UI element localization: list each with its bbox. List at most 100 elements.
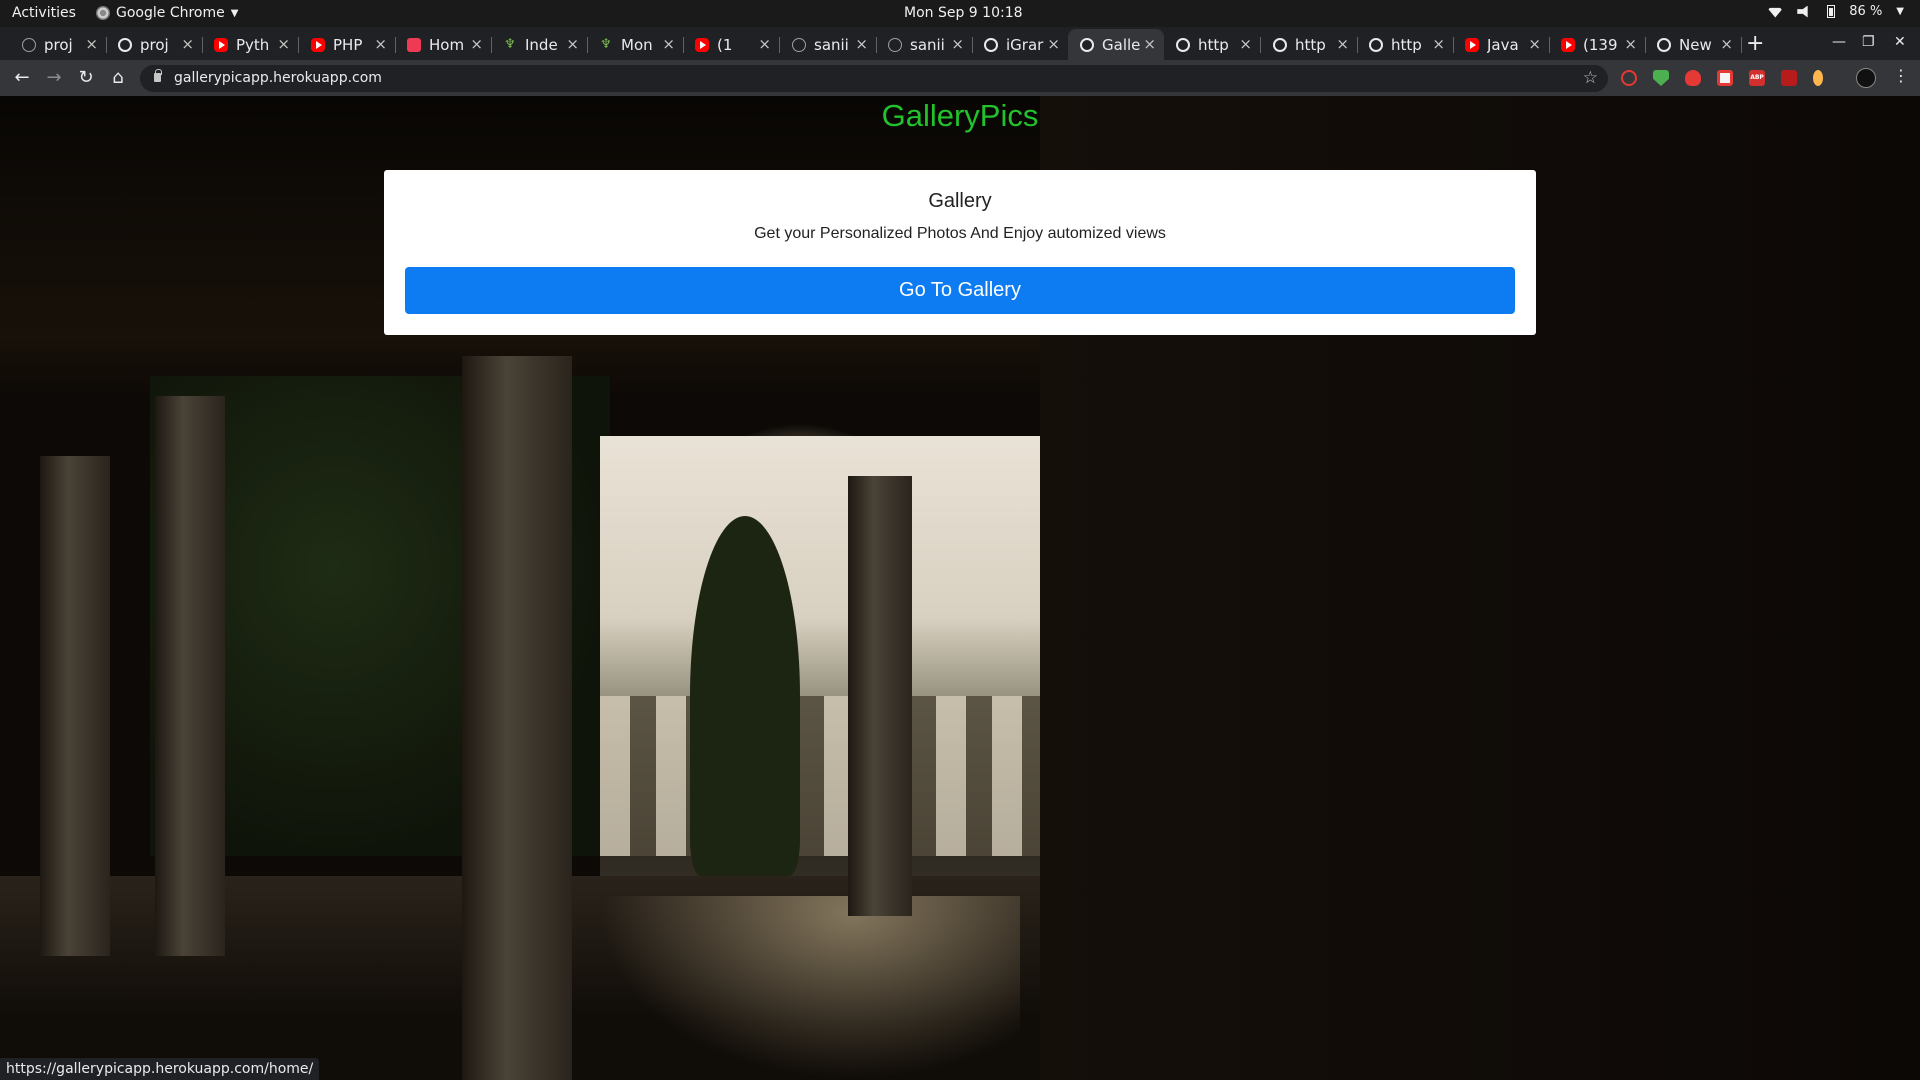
forward-arrow-icon[interactable]: → xyxy=(42,66,66,90)
new-tab-button[interactable]: + xyxy=(1746,27,1764,60)
browser-tab[interactable]: Galle × xyxy=(1068,29,1164,60)
browser-tab[interactable]: (1 × xyxy=(683,29,780,60)
close-tab-icon[interactable]: × xyxy=(855,35,868,53)
globe-icon xyxy=(984,37,998,52)
browser-tab[interactable]: http × xyxy=(1261,29,1358,60)
close-tab-icon[interactable]: × xyxy=(1336,35,1349,53)
go-to-gallery-button[interactable]: Go To Gallery xyxy=(405,267,1515,314)
lock-icon[interactable] xyxy=(154,69,162,82)
browser-tab[interactable]: sanii × xyxy=(780,29,877,60)
address-bar[interactable]: gallerypicapp.herokuapp.com ☆ xyxy=(140,65,1608,92)
browser-tab[interactable]: http × xyxy=(1357,29,1454,60)
address-url[interactable]: gallerypicapp.herokuapp.com xyxy=(174,70,382,86)
extension-red-icon[interactable] xyxy=(1685,70,1701,86)
browser-tab[interactable]: proj × xyxy=(10,29,107,60)
close-tab-icon[interactable]: × xyxy=(566,35,579,53)
restore-icon[interactable]: ❐ xyxy=(1862,34,1875,50)
globe-icon xyxy=(1080,37,1094,52)
back-arrow-icon[interactable]: ← xyxy=(10,66,34,90)
github-icon xyxy=(888,37,902,52)
bg-arcade xyxy=(600,696,1040,856)
youtube-icon xyxy=(1465,37,1479,52)
close-tab-icon[interactable]: × xyxy=(1528,35,1541,53)
tab-label: Pyth xyxy=(236,35,270,54)
browser-toolbar: ← → ↻ ⌂ gallerypicapp.herokuapp.com ☆ AB… xyxy=(0,60,1920,96)
globe-icon xyxy=(1176,37,1190,52)
tab-separator xyxy=(1741,37,1742,53)
tab-label: Mon xyxy=(621,35,653,54)
browser-tab[interactable]: PHP × xyxy=(299,29,396,60)
bg-column xyxy=(155,396,225,956)
app-menu[interactable]: Google Chrome ▼ xyxy=(96,5,238,21)
tab-label: iGrar xyxy=(1006,35,1044,54)
browser-tab[interactable]: http × xyxy=(1164,29,1261,60)
activities-button[interactable]: Activities xyxy=(12,5,76,21)
volume-icon xyxy=(1797,5,1808,18)
extension-blocker-icon[interactable] xyxy=(1621,70,1637,86)
bg-floor-glow xyxy=(600,896,1020,1080)
tab-label: Inde xyxy=(525,35,558,54)
browser-tab[interactable]: Java × xyxy=(1453,29,1550,60)
close-tab-icon[interactable]: × xyxy=(277,35,290,53)
wifi-icon xyxy=(1767,7,1784,18)
close-tab-icon[interactable]: × xyxy=(1624,35,1637,53)
browser-tab[interactable]: ♆ Mon × xyxy=(587,29,684,60)
close-tab-icon[interactable]: × xyxy=(1432,35,1445,53)
tab-label: Galle xyxy=(1102,35,1141,54)
extension-clipper-icon[interactable] xyxy=(1717,70,1733,86)
close-tab-icon[interactable]: × xyxy=(1720,35,1733,53)
browser-tab[interactable]: iGrar × xyxy=(972,29,1069,60)
tab-label: http xyxy=(1391,35,1422,54)
system-top-bar: Activities Google Chrome ▼ Mon Sep 9 10:… xyxy=(0,0,1920,27)
close-window-icon[interactable]: ✕ xyxy=(1894,34,1906,50)
chrome-icon xyxy=(96,6,110,20)
youtube-icon xyxy=(695,37,709,52)
close-tab-icon[interactable]: × xyxy=(1047,35,1060,53)
pdf-icon[interactable] xyxy=(1781,70,1797,86)
bookmark-star-icon[interactable]: ☆ xyxy=(1583,68,1598,88)
close-tab-icon[interactable]: × xyxy=(758,35,771,53)
browser-tab[interactable]: Pyth × xyxy=(202,29,299,60)
clock[interactable]: Mon Sep 9 10:18 xyxy=(904,5,1023,21)
reload-icon[interactable]: ↻ xyxy=(74,66,98,90)
browser-tab[interactable]: proj × xyxy=(106,29,203,60)
close-tab-icon[interactable]: × xyxy=(374,35,387,53)
tab-label: New xyxy=(1679,35,1712,54)
close-tab-icon[interactable]: × xyxy=(470,35,483,53)
browser-tab[interactable]: sanii × xyxy=(876,29,973,60)
heroku-icon xyxy=(407,37,421,52)
close-tab-icon[interactable]: × xyxy=(662,35,675,53)
card-title: Gallery xyxy=(928,190,992,212)
browser-tab[interactable]: Hom × xyxy=(395,29,492,60)
close-tab-icon[interactable]: × xyxy=(85,35,98,53)
close-tab-icon[interactable]: × xyxy=(1239,35,1252,53)
web-page: GalleryPics Gallery Get your Personalize… xyxy=(0,96,1920,1080)
home-icon[interactable]: ⌂ xyxy=(106,66,130,90)
tab-label: Hom xyxy=(429,35,465,54)
globe-icon xyxy=(1657,37,1671,52)
extension-shield-icon[interactable] xyxy=(1653,70,1669,86)
minimize-icon[interactable]: — xyxy=(1832,34,1846,50)
battery-percent: 86 % xyxy=(1849,4,1883,19)
adblock-icon[interactable]: ABP xyxy=(1749,70,1765,86)
browser-tab[interactable]: ♆ Inde × xyxy=(491,29,588,60)
tab-strip: proj × proj × Pyth × PHP × Hom × ♆ Inde × ♆ Mon × (1 × san… xyxy=(0,27,1920,60)
browser-tab[interactable]: New × xyxy=(1645,29,1742,60)
profile-avatar[interactable] xyxy=(1856,68,1876,88)
tab-label: http xyxy=(1198,35,1229,54)
browser-tab[interactable]: (139 × xyxy=(1549,29,1646,60)
close-tab-icon[interactable]: × xyxy=(951,35,964,53)
tab-label: proj xyxy=(44,35,73,54)
system-tray[interactable]: 86 % ▼ xyxy=(1767,4,1904,19)
bg-column xyxy=(40,456,110,956)
close-tab-icon[interactable]: × xyxy=(1143,35,1156,53)
caret-down-icon: ▼ xyxy=(230,7,239,19)
bg-column xyxy=(462,356,572,1080)
extension-orange-icon[interactable] xyxy=(1813,70,1823,86)
tab-label: http xyxy=(1295,35,1326,54)
palm-icon: ♆ xyxy=(600,36,612,52)
close-tab-icon[interactable]: × xyxy=(181,35,194,53)
menu-dots-icon[interactable]: ⋮ xyxy=(1893,66,1909,85)
globe-icon xyxy=(1273,37,1287,52)
tab-label: proj xyxy=(140,35,169,54)
